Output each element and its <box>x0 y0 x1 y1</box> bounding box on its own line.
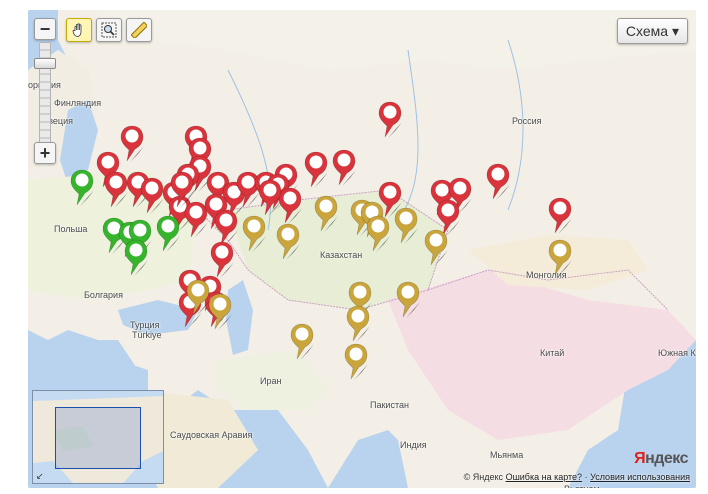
report-error-link[interactable]: Ошибка на карте? <box>506 472 583 482</box>
copyright-text: © Яндекс <box>463 472 504 482</box>
gold-marker[interactable] <box>346 304 378 344</box>
red-marker[interactable] <box>332 148 364 188</box>
green-marker[interactable] <box>70 168 102 208</box>
map-label-tr: Турция <box>130 320 160 330</box>
ruler-tool-button[interactable] <box>126 18 152 42</box>
red-marker[interactable] <box>378 100 410 140</box>
gold-marker[interactable] <box>290 322 322 362</box>
copyright-bar: © Яндекс Ошибка на карте? · Условия испо… <box>464 472 690 482</box>
minimap[interactable]: ↙ <box>32 390 164 484</box>
map-label-pk: Пакистан <box>370 400 409 410</box>
map-type-label: Схема ▾ <box>625 22 679 39</box>
map-label-kr: Южная К <box>658 348 696 358</box>
gold-marker[interactable] <box>208 292 240 332</box>
gold-marker[interactable] <box>314 194 346 234</box>
map-label-cn: Китай <box>540 348 565 358</box>
zoom-area-tool-button[interactable] <box>96 18 122 42</box>
gold-marker[interactable] <box>424 228 456 268</box>
yandex-logo: Яндекс <box>634 450 688 467</box>
map-label-kz: Казахстан <box>320 250 363 260</box>
map-label-ir: Иран <box>260 376 282 386</box>
terms-link[interactable]: Условия использования <box>590 472 690 482</box>
minus-icon: − <box>39 19 51 39</box>
map-label-bg: Болгария <box>84 290 123 300</box>
map-viewport[interactable]: РоссияФинляндияШвецияорвегияПольшаБолгар… <box>28 10 696 488</box>
red-marker[interactable] <box>486 162 518 202</box>
minimap-viewport-frame[interactable] <box>55 407 141 469</box>
plus-icon: + <box>39 143 51 163</box>
gold-marker[interactable] <box>548 238 580 278</box>
minimap-collapse-icon[interactable]: ↙ <box>36 471 44 482</box>
gold-marker[interactable] <box>276 222 308 262</box>
map-label-ru: Россия <box>512 116 542 126</box>
red-marker[interactable] <box>548 196 580 236</box>
map-label-sa: Саудовская Аравия <box>170 430 253 440</box>
green-marker[interactable] <box>156 214 188 254</box>
copyright-separator: · <box>584 472 588 482</box>
magnifier-icon <box>101 22 117 38</box>
map-label-mm: Мьянма <box>490 450 524 460</box>
map-type-button[interactable]: Схема ▾ <box>616 18 688 44</box>
drag-tool-button[interactable] <box>66 18 92 42</box>
map-label-vn: Вьетнам <box>564 484 600 488</box>
green-marker[interactable] <box>124 238 156 278</box>
gold-marker[interactable] <box>394 206 426 246</box>
map-label-in: Индия <box>400 440 427 450</box>
hand-icon <box>72 23 82 37</box>
zoom-slider-thumb[interactable] <box>34 58 56 69</box>
gold-marker[interactable] <box>242 214 274 254</box>
ruler-icon <box>131 22 147 38</box>
map-label-pl: Польша <box>54 224 88 234</box>
gold-marker[interactable] <box>344 342 376 382</box>
gold-marker[interactable] <box>396 280 428 320</box>
red-marker[interactable] <box>258 178 290 218</box>
zoom-in-button[interactable]: + <box>34 142 56 164</box>
map-label-fi: Финляндия <box>54 98 102 108</box>
zoom-out-button[interactable]: − <box>34 18 56 40</box>
map-label-tr2: Türkiye <box>132 330 162 340</box>
